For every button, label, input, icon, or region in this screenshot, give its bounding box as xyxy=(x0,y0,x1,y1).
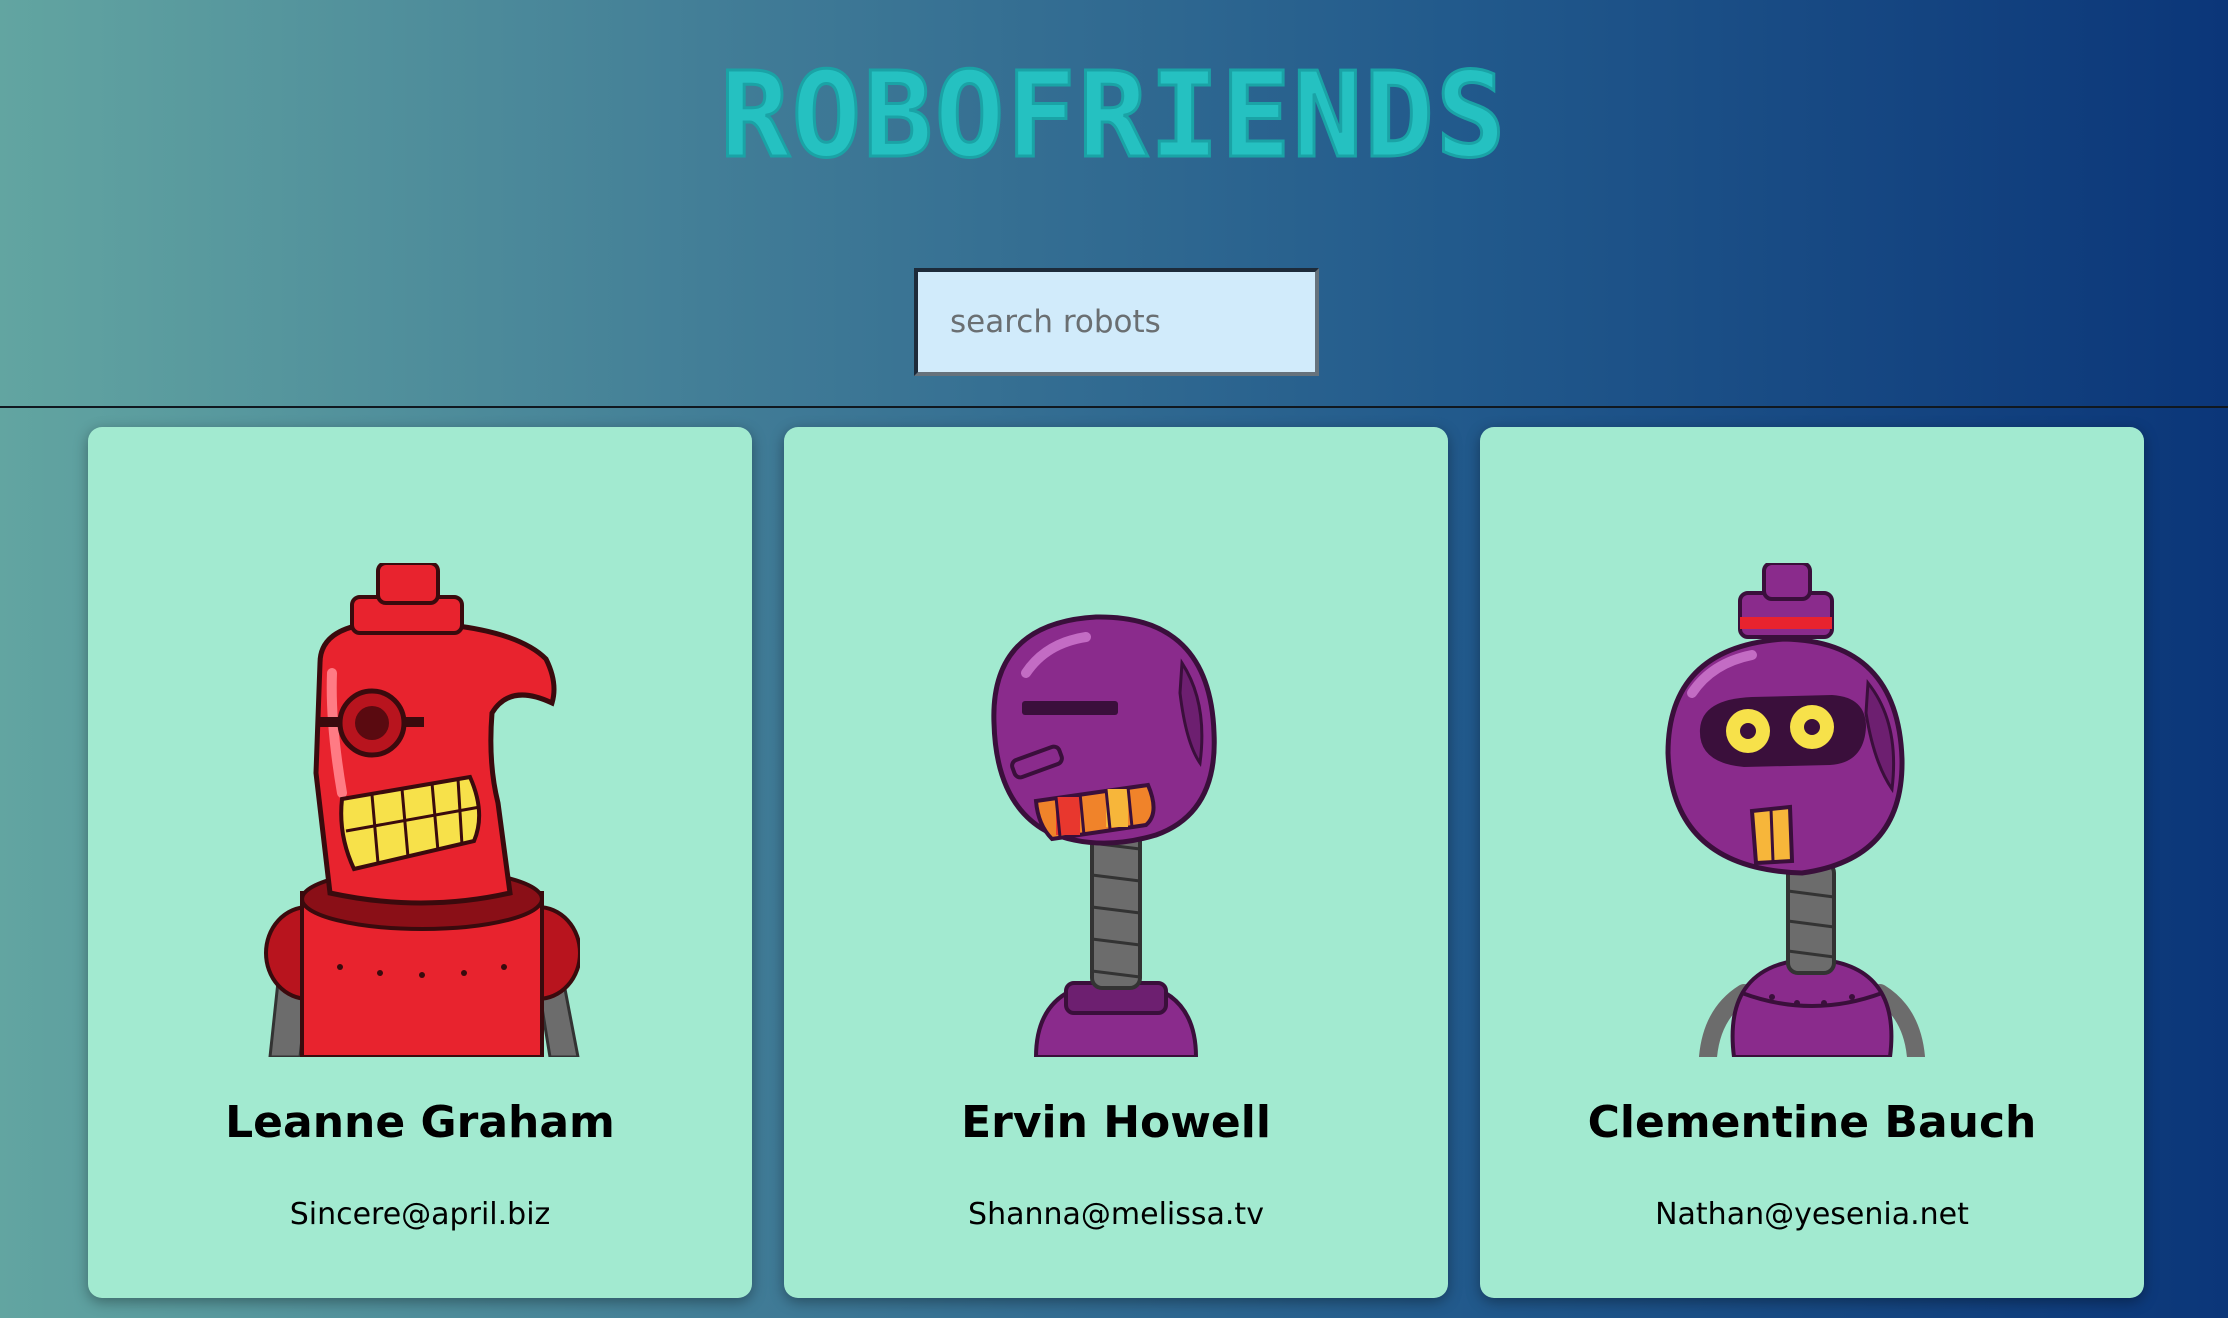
robot-card[interactable]: Clementine Bauch Nathan@yesenia.net xyxy=(1480,427,2144,1298)
search-input[interactable] xyxy=(914,268,1319,376)
purple-robot-icon xyxy=(991,614,1217,1057)
robot-avatar xyxy=(1652,563,1972,1057)
robot-name: Clementine Bauch xyxy=(1587,1097,2037,1148)
robot-card[interactable]: Ervin Howell Shanna@melissa.tv xyxy=(784,427,1448,1298)
robot-card[interactable]: Leanne Graham Sincere@april.biz xyxy=(88,427,752,1298)
robot-avatar xyxy=(956,563,1276,1057)
app-title-text: ROBOFRIENDS xyxy=(719,46,1508,184)
app-header: ROBOFRIENDS xyxy=(0,0,2228,408)
robot-name: Leanne Graham xyxy=(225,1097,615,1148)
purple-robot-icon xyxy=(1665,563,1925,1057)
robot-email: Nathan@yesenia.net xyxy=(1655,1197,1969,1232)
red-robot-icon xyxy=(264,563,580,1057)
robot-email: Shanna@melissa.tv xyxy=(968,1197,1264,1232)
robot-avatar xyxy=(260,563,580,1057)
robot-name: Ervin Howell xyxy=(961,1097,1271,1148)
search-box xyxy=(914,268,1319,376)
robot-email: Sincere@april.biz xyxy=(289,1197,551,1232)
app-title: ROBOFRIENDS xyxy=(0,46,2228,184)
